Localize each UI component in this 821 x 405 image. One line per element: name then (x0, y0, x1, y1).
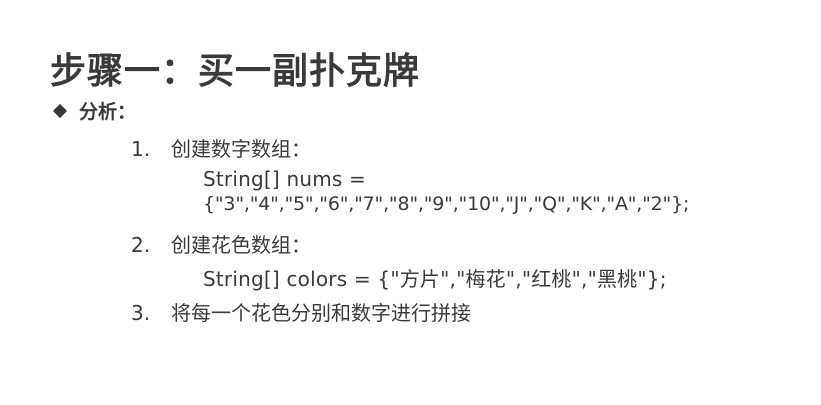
code-line: String[] nums = (203, 167, 367, 191)
step-item: 2. 创建花色数组： (131, 229, 311, 258)
code-line: {"3","4","5","6","7","8","9","10","J","Q… (203, 193, 690, 215)
step-text: 创建数字数组： (171, 137, 311, 161)
step-number: 3. (131, 301, 151, 325)
slide: 步骤一：买一副扑克牌 分析： 1. 创建数字数组： String[] nums … (0, 0, 821, 405)
code-line: String[] colors = {"方片","梅花","红桃","黑桃"}; (203, 267, 667, 291)
step-item: 1. 创建数字数组： (131, 133, 311, 162)
step-item: 3. 将每一个花色分别和数字进行拼接 (131, 297, 471, 326)
analysis-label: 分析： (79, 101, 137, 123)
diamond-bullet-icon (52, 103, 68, 118)
step-number: 2. (131, 233, 151, 257)
step-text: 创建花色数组： (171, 233, 311, 257)
step-number: 1. (131, 137, 151, 161)
analysis-bullet: 分析： (52, 97, 136, 124)
step-text: 将每一个花色分别和数字进行拼接 (171, 301, 471, 325)
slide-title: 步骤一：买一副扑克牌 (50, 51, 421, 92)
